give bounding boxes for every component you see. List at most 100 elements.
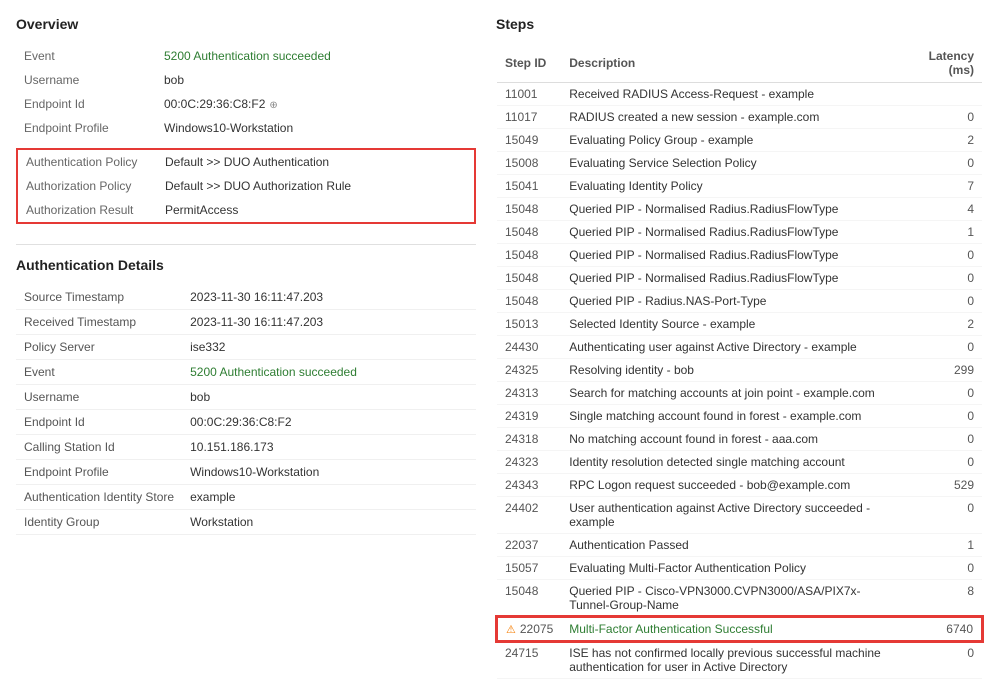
step-row: 15048Queried PIP - Normalised Radius.Rad… bbox=[497, 198, 982, 221]
step-id: ⚠22075 bbox=[497, 617, 561, 641]
step-latency: 0 bbox=[902, 497, 982, 534]
auth-details-table: Source Timestamp2023-11-30 16:11:47.203R… bbox=[16, 285, 476, 535]
step-description: RPC Logon request succeeded - bob@exampl… bbox=[561, 474, 902, 497]
col-latency: Latency (ms) bbox=[902, 44, 982, 83]
step-latency: 7 bbox=[902, 175, 982, 198]
step-description: Evaluating Policy Group - example bbox=[561, 129, 902, 152]
auth-detail-row: Event5200 Authentication succeeded bbox=[16, 360, 476, 385]
highlighted-label: Authorization Result bbox=[17, 198, 157, 223]
step-row: 24402User authentication against Active … bbox=[497, 497, 982, 534]
auth-detail-value[interactable]: 5200 Authentication succeeded bbox=[182, 360, 476, 385]
step-id: 15048 bbox=[497, 198, 561, 221]
step-description: Selected Identity Source - example bbox=[561, 313, 902, 336]
auth-detail-value: example bbox=[182, 485, 476, 510]
highlighted-value: PermitAccess bbox=[157, 198, 475, 223]
step-row: 15057Evaluating Multi-Factor Authenticat… bbox=[497, 557, 982, 580]
step-latency: 0 bbox=[902, 267, 982, 290]
copy-icon[interactable]: ⊕ bbox=[269, 100, 277, 111]
step-id: 15048 bbox=[497, 267, 561, 290]
step-id: 24318 bbox=[497, 428, 561, 451]
step-description: No matching account found in forest - aa… bbox=[561, 428, 902, 451]
step-description[interactable]: Multi-Factor Authentication Successful bbox=[561, 617, 902, 641]
step-row: 24325Resolving identity - bob299 bbox=[497, 359, 982, 382]
auth-details-section: Authentication Details Source Timestamp2… bbox=[16, 257, 476, 535]
auth-detail-row: Identity GroupWorkstation bbox=[16, 510, 476, 535]
step-description: User authentication against Active Direc… bbox=[561, 497, 902, 534]
overview-value[interactable]: 5200 Authentication succeeded bbox=[156, 44, 476, 68]
highlighted-value: Default >> DUO Authentication bbox=[157, 149, 475, 174]
step-latency: 0 bbox=[902, 106, 982, 129]
step-latency: 0 bbox=[902, 382, 982, 405]
step-row: ⚠22075Multi-Factor Authentication Succes… bbox=[497, 617, 982, 641]
step-latency: 2 bbox=[902, 129, 982, 152]
auth-detail-row: Endpoint Id00:0C:29:36:C8:F2 bbox=[16, 410, 476, 435]
auth-detail-label: Event bbox=[16, 360, 182, 385]
step-description: Received RADIUS Access-Request - example bbox=[561, 83, 902, 106]
step-latency: 8 bbox=[902, 580, 982, 618]
overview-row: Event5200 Authentication succeeded bbox=[16, 44, 476, 68]
step-latency: 6740 bbox=[902, 617, 982, 641]
overview-label: Username bbox=[16, 68, 156, 92]
step-id: 24325 bbox=[497, 359, 561, 382]
step-description: Identity resolution detected single matc… bbox=[561, 451, 902, 474]
step-description: Queried PIP - Normalised Radius.RadiusFl… bbox=[561, 267, 902, 290]
col-step-id: Step ID bbox=[497, 44, 561, 83]
step-latency: 0 bbox=[902, 290, 982, 313]
step-description: Evaluating Identity Policy bbox=[561, 175, 902, 198]
highlighted-label: Authorization Policy bbox=[17, 174, 157, 198]
step-latency: 4 bbox=[902, 198, 982, 221]
step-id: 15049 bbox=[497, 129, 561, 152]
highlighted-label: Authentication Policy bbox=[17, 149, 157, 174]
step-description: Search for matching accounts at join poi… bbox=[561, 382, 902, 405]
overview-title: Overview bbox=[16, 16, 476, 32]
step-row: 11001Received RADIUS Access-Request - ex… bbox=[497, 83, 982, 106]
step-id: 24319 bbox=[497, 405, 561, 428]
highlighted-row: Authorization PolicyDefault >> DUO Autho… bbox=[17, 174, 475, 198]
step-description: Queried PIP - Normalised Radius.RadiusFl… bbox=[561, 198, 902, 221]
overview-label: Event bbox=[16, 44, 156, 68]
auth-detail-value: 10.151.186.173 bbox=[182, 435, 476, 460]
step-id: 15048 bbox=[497, 290, 561, 313]
overview-value: Windows10-Workstation bbox=[156, 116, 476, 140]
step-id: 24402 bbox=[497, 497, 561, 534]
step-row: 15048Queried PIP - Radius.NAS-Port-Type0 bbox=[497, 290, 982, 313]
overview-row: Endpoint ProfileWindows10-Workstation bbox=[16, 116, 476, 140]
step-description: Queried PIP - Radius.NAS-Port-Type bbox=[561, 290, 902, 313]
step-latency: 1 bbox=[902, 221, 982, 244]
step-row: 24343RPC Logon request succeeded - bob@e… bbox=[497, 474, 982, 497]
auth-detail-value: Workstation bbox=[182, 510, 476, 535]
auth-detail-row: Policy Serverise332 bbox=[16, 335, 476, 360]
overview-table: Event5200 Authentication succeededUserna… bbox=[16, 44, 476, 140]
auth-detail-value: bob bbox=[182, 385, 476, 410]
auth-detail-label: Endpoint Id bbox=[16, 410, 182, 435]
auth-detail-label: Policy Server bbox=[16, 335, 182, 360]
step-row: 15048Queried PIP - Cisco-VPN3000.CVPN300… bbox=[497, 580, 982, 618]
step-latency: 0 bbox=[902, 244, 982, 267]
highlighted-value: Default >> DUO Authorization Rule bbox=[157, 174, 475, 198]
step-description: Authenticating user against Active Direc… bbox=[561, 336, 902, 359]
step-id: 15048 bbox=[497, 580, 561, 618]
auth-detail-value: 2023-11-30 16:11:47.203 bbox=[182, 285, 476, 310]
step-row: 24318No matching account found in forest… bbox=[497, 428, 982, 451]
step-latency: 1 bbox=[902, 534, 982, 557]
left-panel: Overview Event5200 Authentication succee… bbox=[16, 16, 476, 679]
overview-value: bob bbox=[156, 68, 476, 92]
step-latency: 2 bbox=[902, 313, 982, 336]
step-row: 15013Selected Identity Source - example2 bbox=[497, 313, 982, 336]
step-row: 24715ISE has not confirmed locally previ… bbox=[497, 641, 982, 679]
step-row: 15008Evaluating Service Selection Policy… bbox=[497, 152, 982, 175]
step-row: 22037Authentication Passed1 bbox=[497, 534, 982, 557]
overview-section: Overview Event5200 Authentication succee… bbox=[16, 16, 476, 224]
step-row: 24319Single matching account found in fo… bbox=[497, 405, 982, 428]
step-id: 22037 bbox=[497, 534, 561, 557]
steps-table: Step ID Description Latency (ms) 11001Re… bbox=[496, 44, 983, 679]
step-id: 15008 bbox=[497, 152, 561, 175]
step-id: 11001 bbox=[497, 83, 561, 106]
step-id: 15048 bbox=[497, 244, 561, 267]
overview-row: Usernamebob bbox=[16, 68, 476, 92]
auth-detail-row: Source Timestamp2023-11-30 16:11:47.203 bbox=[16, 285, 476, 310]
step-description: RADIUS created a new session - example.c… bbox=[561, 106, 902, 129]
step-row: 15049Evaluating Policy Group - example2 bbox=[497, 129, 982, 152]
auth-detail-label: Endpoint Profile bbox=[16, 460, 182, 485]
step-row: 11017RADIUS created a new session - exam… bbox=[497, 106, 982, 129]
